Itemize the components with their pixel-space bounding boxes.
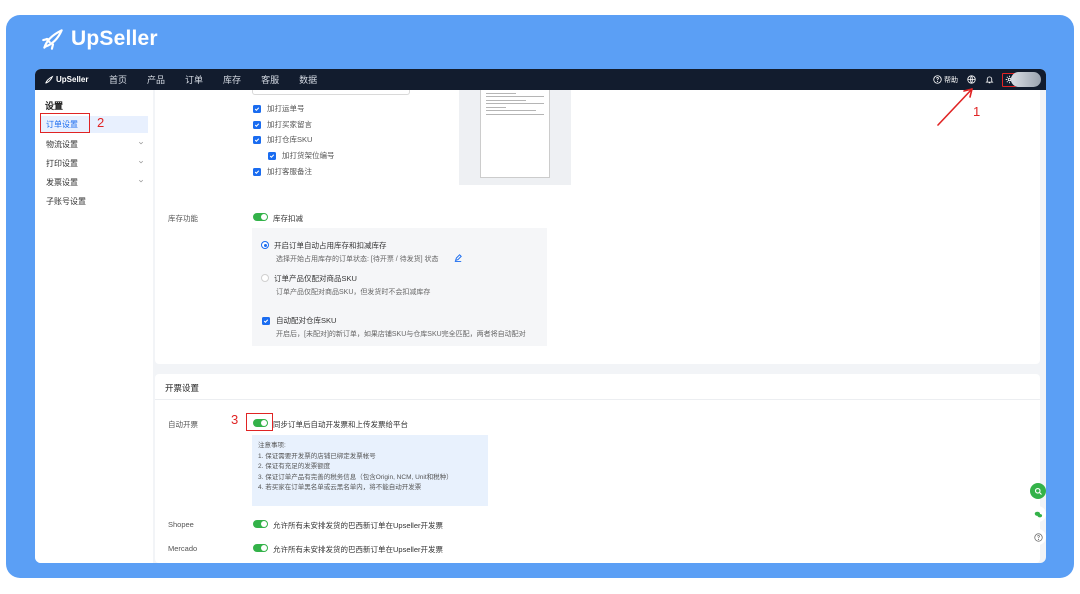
- annotation-step-2: 2: [97, 115, 105, 130]
- sidebar-item-label: 子账号设置: [46, 197, 86, 206]
- search-icon: [1034, 487, 1042, 495]
- inventory-deduct-toggle[interactable]: [253, 213, 268, 221]
- invoice-section-title: 开票设置: [165, 383, 200, 393]
- topbar-logo[interactable]: UpSeller: [44, 75, 104, 85]
- inventory-toggle-label: 库存扣减: [273, 214, 303, 223]
- annotation-arrow: [937, 88, 973, 126]
- nav-products[interactable]: 产品: [147, 73, 165, 86]
- notification-button[interactable]: [984, 75, 994, 85]
- mercado-invoice-toggle[interactable]: [253, 544, 268, 552]
- main-nav: 首页 产品 订单 库存 客服 数据: [109, 73, 337, 86]
- help-circle-icon: [933, 75, 942, 84]
- nav-data[interactable]: 数据: [299, 73, 317, 86]
- help-label: 帮助: [944, 76, 958, 84]
- sidebar-title: 设置: [45, 101, 64, 111]
- wechat-icon: [1034, 511, 1042, 517]
- auto-invoice-text: 同步订单后自动开发票和上传发票给平台: [273, 420, 408, 429]
- sidebar-item-label: 发票设置: [46, 178, 78, 187]
- invoice-notice: 注意事项: 1. 保证需要开发票的店铺已绑定发票帐号 2. 保证有充足的发票额度…: [252, 435, 488, 506]
- option-auto-reserve-desc: 选择开始占用库存的订单状态: [待开票 / 待发货] 状态: [276, 256, 439, 263]
- chevron-down-icon: [138, 160, 144, 164]
- chevron-down-icon: [138, 141, 144, 145]
- notice-line: 1. 保证需要开发票的店铺已绑定发票帐号: [258, 452, 376, 460]
- sidebar-item-logistics-settings[interactable]: 物流设置: [40, 136, 148, 153]
- notice-title: 注意事项:: [258, 442, 286, 449]
- shopee-label: Shopee: [168, 520, 194, 529]
- checkbox-checked-icon: [262, 316, 270, 325]
- user-avatar[interactable]: [1011, 72, 1041, 87]
- mercado-invoice-text: 允许所有未安排发货的巴西新订单在Upseller开发票: [273, 545, 444, 554]
- checkbox-label: 加打买家留言: [267, 120, 312, 129]
- checkbox-print-buyer-message[interactable]: 加打买家留言: [253, 119, 312, 130]
- globe-icon: [966, 75, 976, 84]
- nav-customer-service[interactable]: 客服: [261, 73, 279, 86]
- sidebar-item-label: 物流设置: [46, 140, 78, 149]
- edit-pencil-icon[interactable]: [454, 254, 462, 262]
- upseller-brand: UpSeller: [40, 26, 158, 52]
- rocket-icon: [45, 75, 54, 84]
- auto-invoice-toggle[interactable]: [253, 419, 268, 427]
- shopee-invoice-text: 允许所有未安排发货的巴西新订单在Upseller开发票: [273, 521, 444, 530]
- checkbox-label: 加打运单号: [267, 104, 305, 113]
- sidebar-item-label: 打印设置: [46, 159, 78, 168]
- checkbox-label: 加打货架位编号: [282, 151, 335, 160]
- brand-name: UpSeller: [71, 27, 158, 50]
- auto-match-desc: 开启后，[未配对]的新订单，如果店铺SKU与仓库SKU完全匹配，两者将自动配对: [276, 331, 526, 338]
- checkbox-print-warehouse-sku[interactable]: 加打仓库SKU: [253, 134, 312, 145]
- option-match-only-desc: 订单产品仅配对商品SKU，但发货时不会扣减库存: [276, 289, 431, 296]
- option-auto-reserve-title: 开启订单自动占用库存和扣减库存: [274, 241, 387, 250]
- checkbox-checked-icon: [253, 167, 261, 176]
- section-divider: [155, 399, 1040, 400]
- checkbox-auto-match-sku[interactable]: 自动配对仓库SKU: [262, 315, 336, 326]
- nav-orders[interactable]: 订单: [185, 73, 203, 86]
- sidebar-item-subaccount-settings[interactable]: 子账号设置: [40, 193, 148, 210]
- sidebar-item-print-settings[interactable]: 打印设置: [40, 155, 148, 172]
- template-select[interactable]: [252, 90, 410, 95]
- checkbox-print-tracking-number[interactable]: 加打运单号: [253, 103, 305, 114]
- chevron-down-icon: [138, 179, 144, 183]
- checkbox-print-service-note[interactable]: 加打客服备注: [253, 166, 312, 177]
- help-button[interactable]: 帮助: [933, 75, 958, 85]
- checkbox-label: 加打仓库SKU: [267, 135, 313, 144]
- inventory-label: 库存功能: [168, 214, 198, 223]
- annotation-step-3: 3: [231, 412, 239, 427]
- radio-match-only[interactable]: [261, 274, 269, 282]
- nav-inventory[interactable]: 库存: [223, 73, 241, 86]
- shopee-invoice-toggle[interactable]: [253, 520, 268, 528]
- radio-auto-reserve[interactable]: [261, 241, 269, 249]
- language-button[interactable]: [966, 75, 976, 85]
- print-preview: [459, 90, 571, 185]
- app-window: UpSeller 首页 产品 订单 库存 客服 数据 帮助 设置 订单设置 物流…: [35, 69, 1046, 563]
- preview-paper: [480, 90, 550, 178]
- option-match-only-title: 订单产品仅配对商品SKU: [274, 274, 357, 283]
- checkbox-checked-icon: [253, 104, 261, 113]
- nav-home[interactable]: 首页: [109, 73, 127, 86]
- mercado-label: Mercado: [168, 544, 198, 553]
- sidebar-item-invoice-settings[interactable]: 发票设置: [40, 174, 148, 191]
- help-float-button[interactable]: [1030, 529, 1046, 545]
- wechat-float-button[interactable]: [1030, 506, 1046, 522]
- top-nav-bar: UpSeller 首页 产品 订单 库存 客服 数据 帮助: [35, 69, 1046, 90]
- notice-line: 4. 若买家在订单黑名单或云黑名单内，将不能自动开发票: [258, 484, 422, 491]
- question-icon: [1033, 532, 1043, 542]
- checkbox-label: 自动配对仓库SKU: [276, 316, 337, 325]
- checkbox-checked-icon: [253, 120, 261, 129]
- checkbox-print-shelf-number[interactable]: 加打货架位编号: [268, 150, 335, 161]
- auto-invoice-label: 自动开票: [168, 420, 198, 429]
- annotation-step-1: 1: [973, 104, 981, 119]
- bell-icon: [985, 76, 993, 84]
- annotation-box-order-settings: [40, 113, 90, 133]
- settings-sidebar: 设置 订单设置 物流设置 打印设置 发票设置 子账号设置: [35, 90, 153, 563]
- checkbox-checked-icon: [268, 151, 276, 160]
- checkbox-checked-icon: [253, 135, 261, 144]
- search-float-button[interactable]: [1030, 483, 1046, 499]
- checkbox-label: 加打客服备注: [267, 167, 312, 176]
- rocket-logo-icon: [42, 29, 63, 50]
- topbar-logo-text: UpSeller: [56, 75, 89, 84]
- notice-line: 3. 保证订单产品有完善的税务信息（包含Origin, NCM, Unit和税种…: [258, 473, 453, 481]
- notice-line: 2. 保证有充足的发票额度: [258, 463, 331, 470]
